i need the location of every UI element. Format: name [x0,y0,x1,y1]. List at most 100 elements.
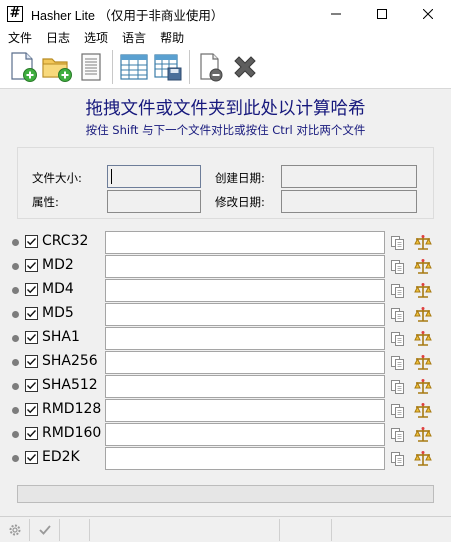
scale-icon [414,355,432,370]
created-date-field[interactable] [281,165,417,188]
file-size-field[interactable] [107,165,201,188]
checkmark-icon [38,524,51,535]
modified-date-field[interactable] [281,190,417,213]
main-panel[interactable]: 拖拽文件或文件夹到此处以计算哈希 按住 Shift 与下一个文件对比或按住 Ct… [0,88,451,516]
hash-checkbox[interactable] [25,331,38,344]
hash-checkbox[interactable] [25,451,38,464]
copy-hash-button[interactable] [390,403,406,419]
document-list-button[interactable] [74,49,108,85]
close-icon [423,9,433,19]
hash-checkbox[interactable] [25,307,38,320]
hash-checkbox[interactable] [25,427,38,440]
table-save-button[interactable] [151,49,185,85]
copy-icon [391,428,404,442]
copy-hash-button[interactable] [390,331,406,347]
open-folder-button[interactable] [40,49,74,85]
scale-icon [414,331,432,346]
checkmark-icon [27,430,37,438]
copy-hash-button[interactable] [390,259,406,275]
hash-row-crc32: CRC32 [10,231,451,254]
copy-icon [391,404,404,418]
close-button[interactable] [405,0,451,28]
status-dot [12,263,19,270]
clear-button[interactable] [228,49,262,85]
hash-value-field[interactable] [105,447,385,470]
menu-language[interactable]: 语言 [115,29,153,46]
checkmark-icon [27,454,37,462]
hash-value-field[interactable] [105,255,385,278]
hash-checkbox[interactable] [25,379,38,392]
hash-name-label: MD5 [42,305,74,321]
copy-hash-button[interactable] [390,235,406,251]
new-file-icon [11,52,37,82]
copy-hash-button[interactable] [390,379,406,395]
scale-icon [414,451,432,466]
hash-checkbox[interactable] [25,355,38,368]
compare-hash-button[interactable] [414,306,432,324]
copy-hash-button[interactable] [390,283,406,299]
checkmark-icon [27,358,37,366]
hash-value-field[interactable] [105,327,385,350]
compare-hash-button[interactable] [414,258,432,276]
title-bar: # Hasher Lite （仅用于非商业使用） [0,0,451,28]
page-remove-button[interactable] [194,49,228,85]
compare-hash-button[interactable] [414,282,432,300]
menu-bar: 文件 日志 选项 语言 帮助 [0,28,451,46]
status-cell [60,518,90,541]
verify-button[interactable] [30,518,60,541]
menu-help[interactable]: 帮助 [153,29,191,46]
drop-headline: 拖拽文件或文件夹到此处以计算哈希 [85,99,366,119]
copy-hash-button[interactable] [390,427,406,443]
compare-hash-button[interactable] [414,378,432,396]
copy-icon [391,452,404,466]
hash-value-field[interactable] [105,423,385,446]
hash-value-field[interactable] [105,351,385,374]
close-x-icon [234,56,256,78]
checkmark-icon [27,286,37,294]
compare-hash-button[interactable] [414,330,432,348]
hash-name-label: MD2 [42,257,74,273]
compare-hash-button[interactable] [414,450,432,468]
status-cell [332,519,451,541]
attributes-field[interactable] [107,190,201,213]
hash-value-field[interactable] [105,375,385,398]
minimize-icon [331,13,341,15]
menu-log[interactable]: 日志 [39,29,77,46]
hash-checkbox[interactable] [25,259,38,272]
compare-hash-button[interactable] [414,354,432,372]
hash-value-field[interactable] [105,279,385,302]
menu-file[interactable]: 文件 [0,29,39,46]
new-file-button[interactable] [6,49,40,85]
copy-icon [391,332,404,346]
hash-value-field[interactable] [105,231,385,254]
status-dot [12,431,19,438]
maximize-icon [377,9,387,19]
checkmark-icon [27,382,37,390]
status-dot [12,287,19,294]
minimize-button[interactable] [313,0,359,28]
file-size-label: 文件大小: [32,171,82,185]
attributes-label: 属性: [32,195,59,209]
copy-hash-button[interactable] [390,451,406,467]
settings-button[interactable] [0,518,30,541]
menu-options[interactable]: 选项 [77,29,115,46]
status-dot [12,455,19,462]
hash-value-field[interactable] [105,303,385,326]
hash-checkbox[interactable] [25,283,38,296]
compare-hash-button[interactable] [414,402,432,420]
page-remove-icon [200,53,223,82]
hash-checkbox[interactable] [25,403,38,416]
table-grid-button[interactable] [117,49,151,85]
hash-value-field[interactable] [105,399,385,422]
compare-hash-button[interactable] [414,234,432,252]
copy-hash-button[interactable] [390,355,406,371]
status-dot [12,359,19,366]
compare-hash-button[interactable] [414,426,432,444]
maximize-button[interactable] [359,0,405,28]
hash-row-sha1: SHA1 [10,327,451,350]
hash-checkbox[interactable] [25,235,38,248]
copy-hash-button[interactable] [390,307,406,323]
scale-icon [414,235,432,250]
table-save-icon [154,54,182,81]
hash-row-md4: MD4 [10,279,451,302]
